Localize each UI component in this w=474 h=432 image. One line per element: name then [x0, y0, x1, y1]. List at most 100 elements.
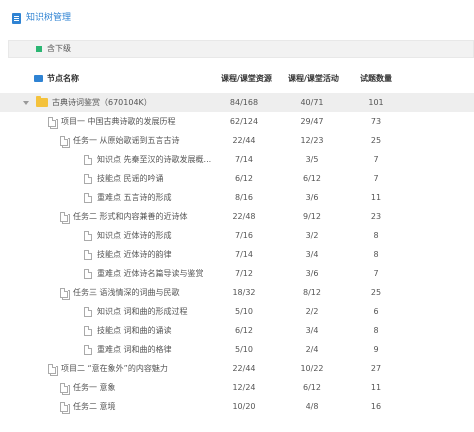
documents-icon: [60, 212, 68, 222]
cell-node-name[interactable]: 古典诗词鉴赏（670104K）: [52, 97, 222, 108]
cell-resources: 18/32: [232, 288, 256, 297]
cell-activities: 3/6: [305, 269, 319, 278]
cell-node-name[interactable]: 技能点 词和曲的诵读: [97, 325, 219, 336]
cell-questions: 8: [373, 326, 379, 335]
cell-resources: 62/124: [229, 117, 259, 126]
documents-icon: [60, 288, 68, 298]
cell-questions: 11: [370, 193, 382, 202]
tree-row[interactable]: 任务一 从原始歌谣到五言古诗 22/44 12/23 25: [0, 131, 474, 150]
tree-row[interactable]: 任务一 意象 12/24 6/12 11: [0, 378, 474, 397]
cell-activities: 4/8: [305, 402, 319, 411]
document-icon: [84, 193, 92, 203]
tree-row[interactable]: 重难点 五言诗的形成 8/16 3/6 11: [0, 188, 474, 207]
cell-node-name[interactable]: 项目二 “意在象外”的内容魅力: [61, 363, 219, 374]
cell-questions: 16: [370, 402, 382, 411]
cell-resources: 6/12: [235, 174, 253, 183]
header-resources: 课程/课堂资源: [221, 74, 272, 83]
cell-node-name[interactable]: 技能点 近体诗的韵律: [97, 249, 219, 260]
header-activities: 课程/课堂活动: [288, 74, 339, 83]
cell-questions: 73: [370, 117, 382, 126]
cell-node-name[interactable]: 知识点 词和曲的形成过程: [97, 306, 219, 317]
folder-icon: [36, 96, 48, 107]
cell-questions: 7: [373, 269, 379, 278]
document-icon: [84, 231, 92, 241]
cell-node-name[interactable]: 技能点 民谣的吟诵: [97, 173, 219, 184]
document-icon: [84, 155, 92, 165]
cell-questions: 7: [373, 155, 379, 164]
tree-row[interactable]: 任务三 语浅情深的词曲与民歌 18/32 8/12 25: [0, 283, 474, 302]
tree-row[interactable]: 古典诗词鉴赏（670104K） 84/168 40/71 101: [0, 93, 474, 112]
tree-row[interactable]: 技能点 民谣的吟诵 6/12 6/12 7: [0, 169, 474, 188]
cell-activities: 3/6: [305, 193, 319, 202]
tree-row[interactable]: 技能点 近体诗的韵律 7/14 3/4 8: [0, 245, 474, 264]
cell-node-name[interactable]: 任务三 语浅情深的词曲与民歌: [73, 287, 219, 298]
tree-row[interactable]: 重难点 词和曲的格律 5/10 2/4 9: [0, 340, 474, 359]
tree-row[interactable]: 任务二 形式和内容兼善的近诗体 22/48 9/12 23: [0, 207, 474, 226]
cell-questions: 27: [370, 364, 382, 373]
documents-icon: [60, 383, 68, 393]
table-header: 节点名称 课程/课堂资源 课程/课堂活动 试题数量: [0, 70, 474, 88]
tree-row[interactable]: 知识点 先秦至汉的诗歌发展概... 7/14 3/5 7: [0, 150, 474, 169]
cell-questions: 11: [370, 383, 382, 392]
document-icon: [84, 326, 92, 336]
title-bar: 知识树管理: [0, 0, 474, 40]
cell-resources: 6/12: [235, 326, 253, 335]
include-children-checkbox[interactable]: [36, 46, 42, 52]
expand-toggle-icon[interactable]: [23, 100, 29, 106]
cell-activities: 3/5: [305, 155, 319, 164]
cell-activities: 29/47: [300, 117, 324, 126]
document-icon: [84, 269, 92, 279]
document-icon: [84, 250, 92, 260]
cell-activities: 3/2: [305, 231, 319, 240]
header-questions: 试题数量: [360, 74, 392, 83]
cell-activities: 8/12: [303, 288, 321, 297]
cell-resources: 7/12: [235, 269, 253, 278]
tree-row[interactable]: 任务二 意境 10/20 4/8 16: [0, 397, 474, 416]
cell-node-name[interactable]: 任务一 意象: [73, 382, 219, 393]
cell-activities: 3/4: [305, 250, 319, 259]
cell-activities: 6/12: [303, 174, 321, 183]
cell-node-name[interactable]: 知识点 近体诗的形成: [97, 230, 219, 241]
cell-resources: 84/168: [229, 98, 259, 107]
documents-icon: [60, 136, 68, 146]
include-children-label[interactable]: 含下级: [47, 44, 71, 54]
cell-activities: 2/4: [305, 345, 319, 354]
cell-resources: 10/20: [232, 402, 256, 411]
header-node-name: 节点名称: [47, 74, 79, 83]
cell-resources: 22/44: [232, 364, 256, 373]
tree-row[interactable]: 项目一 中国古典诗歌的发展历程 62/124 29/47 73: [0, 112, 474, 131]
documents-icon: [48, 117, 56, 127]
tree-row[interactable]: 知识点 词和曲的形成过程 5/10 2/2 6: [0, 302, 474, 321]
document-icon: [84, 307, 92, 317]
cell-node-name[interactable]: 重难点 词和曲的格律: [97, 344, 219, 355]
cell-activities: 2/2: [305, 307, 319, 316]
document-icon: [84, 174, 92, 184]
page-title: 知识树管理: [26, 13, 72, 23]
cell-resources: 5/10: [235, 307, 253, 316]
cell-node-name[interactable]: 重难点 五言诗的形成: [97, 192, 219, 203]
cell-node-name[interactable]: 知识点 先秦至汉的诗歌发展概...: [97, 154, 219, 165]
tree-row[interactable]: 项目二 “意在象外”的内容魅力 22/44 10/22 27: [0, 359, 474, 378]
cell-questions: 8: [373, 250, 379, 259]
cell-questions: 101: [368, 98, 384, 107]
cell-resources: 22/48: [232, 212, 256, 221]
cell-activities: 9/12: [303, 212, 321, 221]
cell-node-name[interactable]: 任务二 意境: [73, 401, 219, 412]
cell-node-name[interactable]: 任务一 从原始歌谣到五言古诗: [73, 135, 219, 146]
tree-row[interactable]: 知识点 近体诗的形成 7/16 3/2 8: [0, 226, 474, 245]
cell-node-name[interactable]: 项目一 中国古典诗歌的发展历程: [61, 116, 219, 127]
cell-resources: 7/14: [235, 155, 253, 164]
tree-row[interactable]: 技能点 词和曲的诵读 6/12 3/4 8: [0, 321, 474, 340]
cell-questions: 23: [370, 212, 382, 221]
tree-node-icon: [34, 75, 43, 82]
cell-activities: 3/4: [305, 326, 319, 335]
cell-resources: 5/10: [235, 345, 253, 354]
cell-questions: 9: [373, 345, 379, 354]
cell-activities: 10/22: [300, 364, 324, 373]
cell-resources: 7/14: [235, 250, 253, 259]
cell-activities: 12/23: [300, 136, 324, 145]
tree-row[interactable]: 重难点 近体诗名篇导读与鉴赏 7/12 3/6 7: [0, 264, 474, 283]
cell-node-name[interactable]: 重难点 近体诗名篇导读与鉴赏: [97, 268, 219, 279]
toolbar: 含下级: [8, 40, 474, 58]
cell-node-name[interactable]: 任务二 形式和内容兼善的近诗体: [73, 211, 219, 222]
